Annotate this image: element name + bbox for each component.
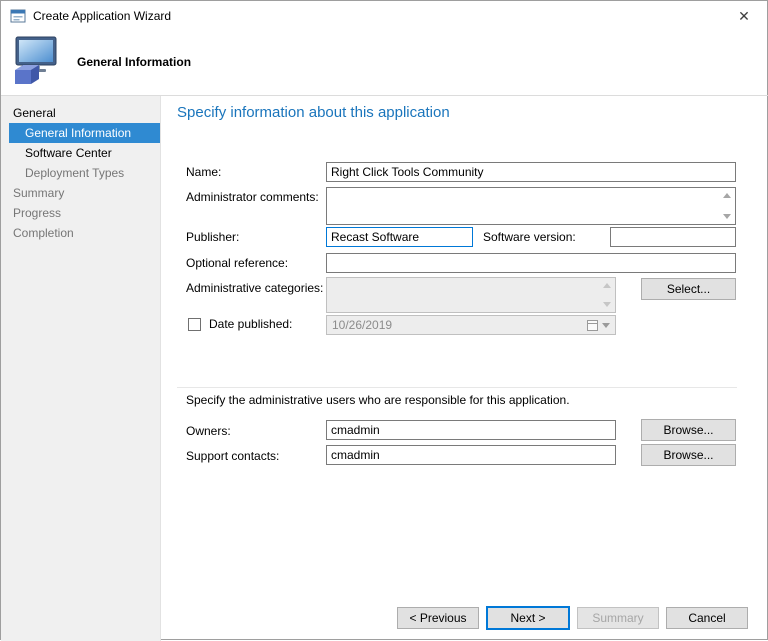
name-input[interactable] [326,162,736,182]
scroll-down-icon [603,302,611,307]
browse-owners-button[interactable]: Browse... [641,419,736,441]
software-version-label: Software version: [483,230,576,244]
close-button[interactable]: ✕ [729,4,759,28]
wizard-icon [10,9,26,23]
select-categories-button[interactable]: Select... [641,278,736,300]
admin-comments-input[interactable] [326,187,736,225]
previous-button[interactable]: < Previous [397,607,479,629]
owners-label: Owners: [186,424,231,438]
nav-summary: Summary [13,186,65,200]
section-divider [177,387,737,388]
title-bar: Create Application Wizard [1,1,767,31]
nav-general[interactable]: General [1,103,160,123]
owners-input[interactable] [326,420,616,440]
application-icon [15,36,57,84]
support-contacts-input[interactable] [326,445,616,465]
nav-deployment-types: Deployment Types [25,166,125,180]
browse-support-button[interactable]: Browse... [641,444,736,466]
date-published-label: Date published: [209,317,293,331]
optional-reference-label: Optional reference: [186,256,289,270]
optional-reference-input[interactable] [326,253,736,273]
nav-software-center[interactable]: Software Center [1,143,160,163]
next-button[interactable]: Next > [486,606,570,630]
calendar-icon [587,319,598,331]
admin-users-instruction: Specify the administrative users who are… [186,393,570,407]
scroll-down-icon[interactable] [723,214,731,219]
nav-progress: Progress [13,206,62,220]
window-title: Create Application Wizard [33,9,172,23]
date-picker-controls [587,319,610,331]
date-published-checkbox[interactable] [188,318,201,331]
scroll-up-icon[interactable] [723,193,731,198]
publisher-input[interactable] [326,227,473,247]
software-version-input[interactable] [610,227,736,247]
publisher-label: Publisher: [186,230,240,244]
admin-categories-label: Administrative categories: [186,281,324,295]
admin-comments-label: Administrator comments: [186,190,319,204]
nav-general-information[interactable]: General Information [9,123,160,143]
dropdown-arrow-icon [602,322,610,328]
page-heading: Specify information about this applicati… [177,104,450,121]
admin-categories-box [326,277,616,313]
cancel-button[interactable]: Cancel [666,607,748,629]
wizard-page-title: General Information [77,55,192,69]
date-published-picker: 10/26/2019 [326,315,616,335]
wizard-nav-sidebar: General General Information Software Cen… [1,96,161,641]
scroll-up-icon [603,283,611,288]
summary-button: Summary [577,607,659,629]
name-label: Name: [186,165,222,179]
date-value: 10/26/2019 [332,318,393,332]
support-contacts-label: Support contacts: [186,449,280,463]
nav-completion: Completion [13,226,74,240]
